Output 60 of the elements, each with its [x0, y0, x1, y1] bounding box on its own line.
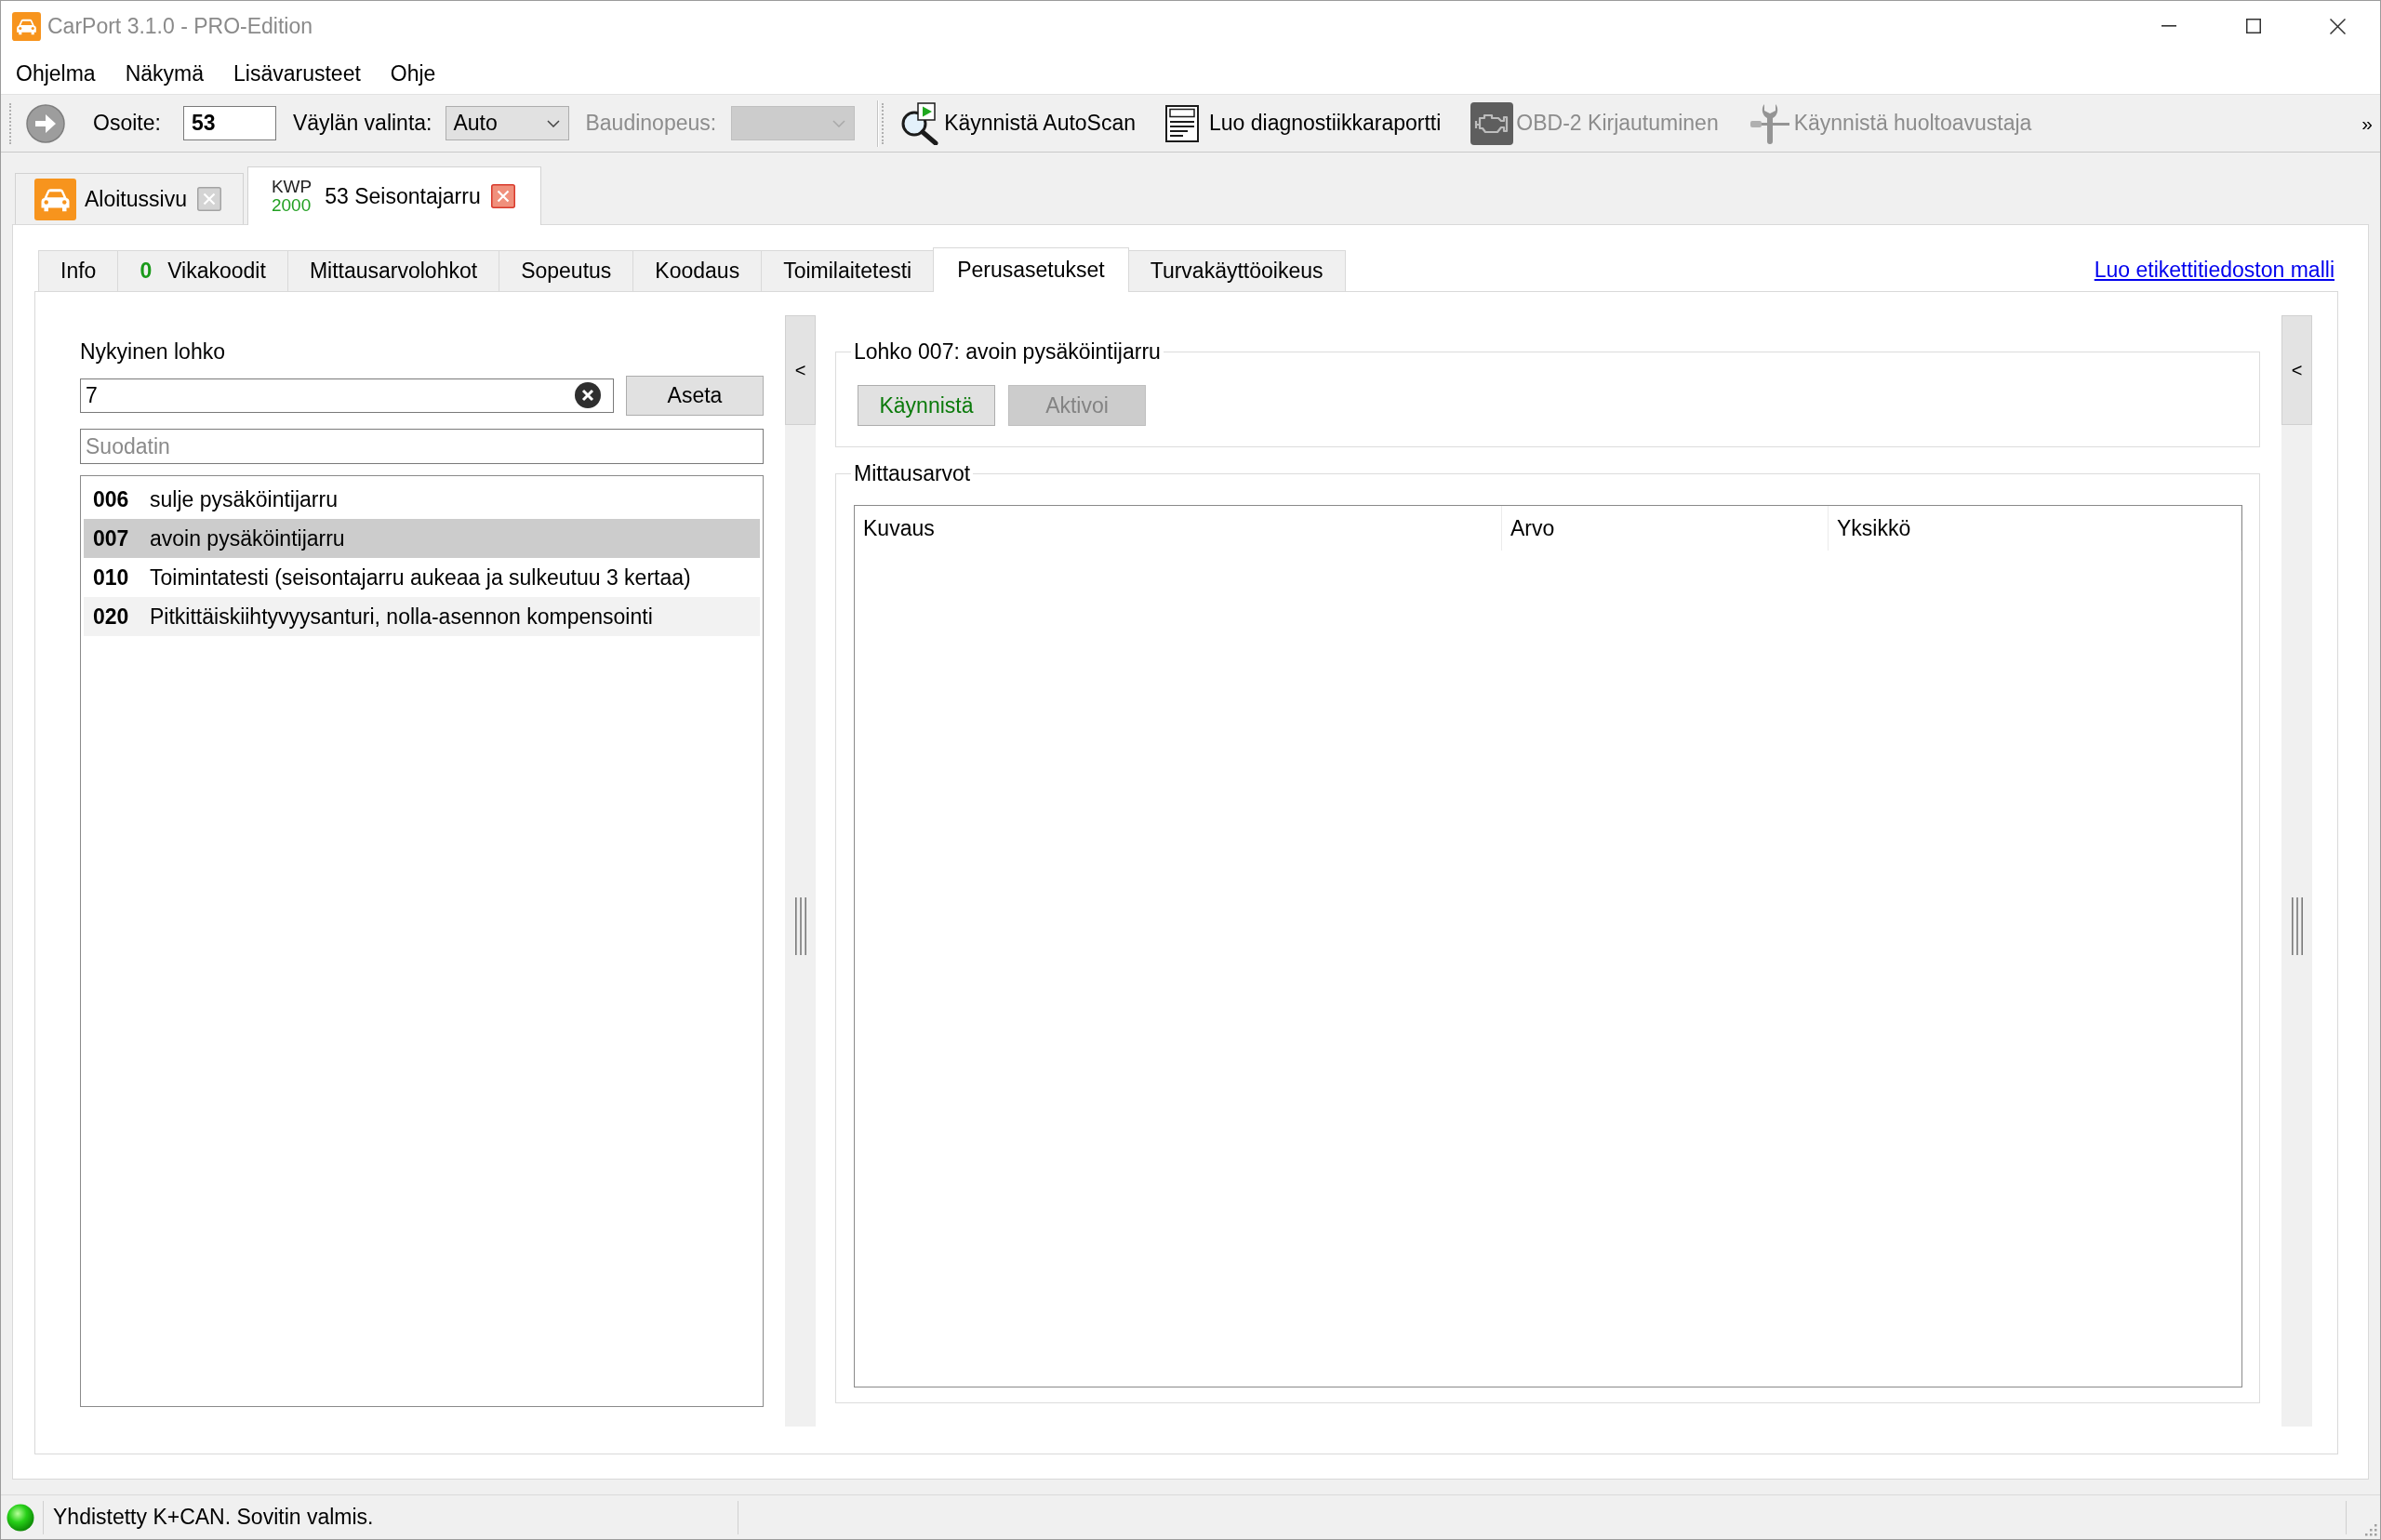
engine-icon [1470, 101, 1514, 145]
splitter-grip-icon [2291, 896, 2303, 955]
maximize-icon[interactable] [2245, 19, 2261, 33]
toolbar-button[interactable]: Luo diagnostiikkaraportti [1151, 98, 1457, 149]
group-title: Lohko 007: avoin pysäköintijarru [853, 339, 1162, 365]
car-icon [12, 11, 41, 41]
splitter-bar[interactable]: < [785, 315, 816, 1427]
bus-select[interactable]: Auto [446, 106, 570, 140]
document-tab[interactable]: Aloitussivu [15, 173, 244, 224]
template-link[interactable]: Luo etikettitiedoston malli [2094, 257, 2334, 283]
window-title: CarPort 3.1.0 - PRO-Edition [47, 13, 313, 39]
address-label: Osoite: [93, 111, 161, 136]
fault-count: 0 [140, 259, 153, 284]
tab[interactable]: Mittausarvolohkot [286, 250, 500, 291]
protocol-label: KWP [271, 178, 313, 196]
close-tab-icon[interactable] [490, 184, 515, 208]
collapse-button[interactable]: < [785, 315, 816, 425]
collapse-button[interactable]: < [2281, 315, 2312, 425]
close-tab-icon[interactable] [196, 187, 221, 211]
chevron-down-icon [832, 119, 846, 127]
address-field[interactable]: 53 [182, 106, 276, 140]
status-text: Yhdistetty K+CAN. Sovitin valmis. [53, 1505, 374, 1530]
document-icon [1165, 104, 1200, 142]
menu-item[interactable]: Ohjelma [1, 57, 111, 88]
list-item[interactable]: 010 Toimintatesti (seisontajarru aukeaa ja sulkeutuu 3 kertaa) [84, 558, 760, 597]
column-header[interactable]: Arvo [1502, 506, 1829, 551]
tab[interactable]: Turvakäyttöoikeus [1127, 250, 1346, 291]
chevron-down-icon [547, 119, 561, 127]
splitter-grip-icon [794, 896, 806, 955]
tab[interactable]: Koodaus [632, 250, 763, 291]
menu-item[interactable]: Ohje [375, 57, 451, 88]
menu-item[interactable]: Näkymä [110, 57, 219, 88]
close-icon[interactable] [2330, 18, 2346, 34]
tab[interactable]: Perusasetukset [933, 247, 1129, 292]
baud-label: Baudinopeus: [585, 111, 717, 136]
filter-field[interactable]: Suodatin [80, 429, 764, 464]
list-item[interactable]: 020 Pitkittäiskiihtyvyysanturi, nolla-asennon kompensointi [84, 597, 760, 636]
minimize-icon[interactable] [2161, 25, 2176, 27]
car-icon [34, 178, 76, 220]
splitter-bar[interactable]: < [2281, 315, 2312, 1427]
protocol-label: 2000 [271, 196, 313, 215]
list-item[interactable]: 007 avoin pysäköintijarru [84, 519, 760, 558]
tab[interactable]: Sopeutus [499, 250, 634, 291]
action-button[interactable]: Käynnistä [858, 385, 995, 426]
overflow-button[interactable]: » [2361, 112, 2373, 135]
tab[interactable]: Toimilaitetesti [761, 250, 935, 291]
tab[interactable]: 0 Vikakoodit [117, 250, 288, 291]
bus-label: Väylän valinta: [292, 111, 432, 136]
block-number-field[interactable]: 7 [80, 378, 614, 413]
list-item[interactable]: 006 sulje pysäköintijarru [84, 480, 760, 519]
column-header[interactable]: Kuvaus [855, 506, 1502, 551]
clear-icon[interactable] [575, 382, 601, 408]
set-button[interactable]: Aseta [626, 376, 764, 416]
group-title: Mittausarvot [853, 461, 972, 486]
menu-item[interactable]: Lisävarusteet [219, 57, 376, 88]
toolbar-button[interactable]: Käynnistä AutoScan [884, 98, 1151, 149]
column-header[interactable]: Yksikkö [1829, 506, 2241, 551]
block-label: Nykyinen lohko [80, 339, 226, 365]
tab[interactable]: Info [38, 250, 119, 291]
resize-grip-icon[interactable] [2364, 1523, 2377, 1536]
